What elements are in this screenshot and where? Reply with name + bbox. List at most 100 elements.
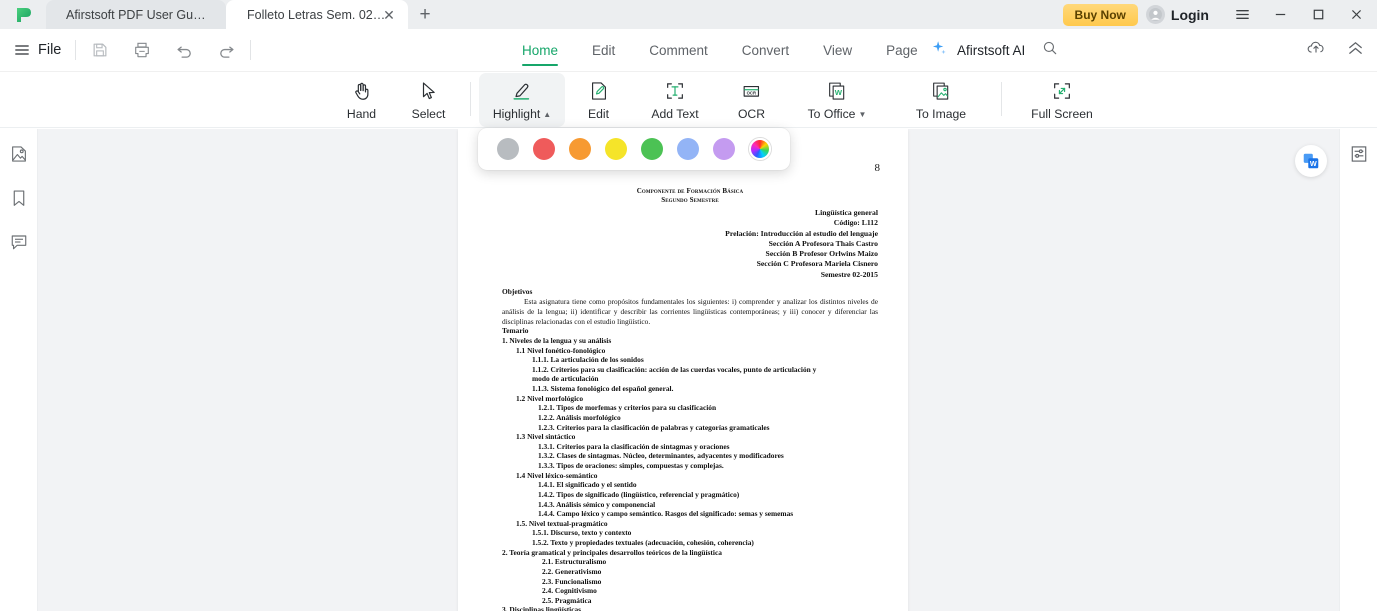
color-swatch-green[interactable] (641, 138, 663, 160)
ocr-icon: OCR (740, 80, 763, 102)
temario-heading: Temario (502, 326, 529, 336)
toc-item: 1.1.1. La articulación de los sonidos (532, 355, 644, 365)
tab-label: Afirstsoft PDF User Guid... (66, 7, 206, 22)
color-swatch-yellow[interactable] (605, 138, 627, 160)
color-swatch-orange[interactable] (569, 138, 591, 160)
tab-label: Edit (592, 43, 616, 58)
window-controls-group: Buy Now Login (1062, 0, 1377, 29)
highlight-color-popup (478, 128, 790, 170)
tab-afirstsoft-pdf-user-guide[interactable]: Afirstsoft PDF User Guid... (46, 0, 226, 29)
color-swatch-purple[interactable] (713, 138, 735, 160)
toc-item: 1.1.2. Criterios para su clasificación: … (532, 364, 817, 374)
tab-label: Comment (649, 43, 708, 58)
tab-edit[interactable]: Edit (575, 29, 632, 72)
section-b: Sección B Profesor Orlwins Maizo (765, 249, 878, 259)
page-number: 8 (874, 162, 881, 174)
doc-course-info-block: Lingüística general Código: L112 Prelaci… (502, 208, 878, 280)
tool-to-image[interactable]: To Image (889, 73, 993, 127)
document-viewport[interactable]: W 8 Componente de Formación Básica Segun… (38, 129, 1339, 611)
divider (470, 82, 471, 116)
login-button[interactable]: Login (1145, 5, 1209, 24)
file-menu-button[interactable]: File (14, 42, 61, 58)
pdf-page[interactable]: 8 Componente de Formación Básica Segundo… (458, 129, 908, 611)
app-menu-button[interactable] (1223, 0, 1261, 29)
tool-label: Highlight ▲ (493, 107, 551, 121)
cursor-icon (418, 80, 440, 102)
afirstsoft-ai-label[interactable]: Afirstsoft AI (957, 43, 1025, 58)
tool-hand[interactable]: Hand (328, 73, 395, 127)
tab-label: Home (522, 43, 559, 58)
properties-panel-icon[interactable] (1348, 143, 1370, 165)
toc-item: 1.3.2. Clases de sintagmas. Núcleo, dete… (538, 451, 784, 461)
maximize-button[interactable] (1299, 0, 1337, 29)
undo-icon[interactable] (174, 40, 194, 60)
left-sidebar-rail (0, 129, 38, 611)
toc-item: 1.4.4. Campo léxico y campo semántico. R… (538, 509, 794, 519)
tool-to-office[interactable]: W To Office ▼ (785, 73, 889, 127)
tab-page[interactable]: Page (869, 29, 935, 72)
to-office-icon: W (826, 80, 848, 102)
tab-label: Folleto Letras Sem. 02-2... (247, 7, 387, 22)
word-convert-icon[interactable]: W (1295, 145, 1327, 177)
tool-label: To Office ▼ (808, 107, 867, 121)
course-prereq: Prelación: Introducción al estudio del l… (725, 228, 878, 238)
toc-item: 1.2 Nivel morfológico (516, 393, 584, 403)
color-swatch-custom[interactable] (749, 138, 771, 160)
search-icon[interactable] (1042, 40, 1058, 61)
to-image-icon (930, 80, 952, 102)
thumbnails-icon[interactable] (8, 143, 30, 165)
toc-item: 1.5.1. Discurso, texto y contexto (532, 528, 632, 538)
close-icon[interactable]: ✕ (382, 8, 396, 22)
minimize-button[interactable] (1261, 0, 1299, 29)
edit-document-icon (588, 80, 610, 102)
highlighter-icon (510, 80, 534, 102)
tab-label: Page (886, 43, 918, 58)
color-swatch-red[interactable] (533, 138, 555, 160)
to-office-label: To Office (807, 106, 856, 121)
svg-text:OCR: OCR (747, 90, 756, 95)
tab-comment[interactable]: Comment (632, 29, 725, 72)
tool-highlight[interactable]: Highlight ▲ (479, 73, 565, 127)
avatar (1145, 5, 1165, 24)
tab-folleto-letras[interactable]: Folleto Letras Sem. 02-2... ✕ (226, 0, 408, 29)
collapse-ribbon-icon[interactable] (1346, 39, 1365, 63)
tool-label: OCR (737, 106, 766, 121)
comment-icon[interactable] (8, 231, 30, 253)
tab-convert[interactable]: Convert (725, 29, 806, 72)
right-sidebar-rail (1339, 129, 1377, 611)
tab-view[interactable]: View (806, 29, 869, 72)
toc-item: 1.2.1. Tipos de morfemas y criterios par… (538, 403, 717, 413)
redo-icon[interactable] (216, 40, 236, 60)
doc-header-line-1: Componente de Formación Básica (636, 187, 744, 195)
toc-item: 1.4.2. Tipos de significado (lingüístico… (538, 489, 740, 499)
menu-row: File Home Edit Comment Convert View Page… (0, 29, 1377, 72)
divider (75, 40, 77, 60)
toc-item: 1.2.2. Análisis morfológico (538, 412, 621, 422)
tool-ocr[interactable]: OCR OCR (718, 73, 785, 127)
cloud-upload-icon[interactable] (1306, 38, 1326, 63)
hand-icon (351, 80, 373, 102)
menu-row-right-group (1306, 29, 1365, 72)
chevron-up-icon[interactable]: ▲ (543, 110, 551, 119)
color-swatch-gray[interactable] (497, 138, 519, 160)
toc-item: 1.5.2. Texto y propiedades textuales (ad… (532, 538, 754, 548)
tool-full-screen[interactable]: Full Screen (1010, 73, 1114, 127)
save-icon[interactable] (90, 40, 110, 60)
new-tab-button[interactable]: + (408, 0, 442, 29)
toc-item: 1.4.1. El significado y el sentido (538, 480, 637, 490)
color-swatch-blue[interactable] (677, 138, 699, 160)
toc-item: 1. Niveles de la lengua y su análisis (502, 335, 612, 345)
tool-label: Add Text (651, 106, 699, 121)
print-icon[interactable] (132, 40, 152, 60)
window-close-button[interactable] (1337, 0, 1375, 29)
tool-add-text[interactable]: Add Text (632, 73, 718, 127)
course-title: Lingüística general (815, 208, 878, 218)
tool-select[interactable]: Select (395, 73, 462, 127)
chevron-down-icon[interactable]: ▼ (858, 110, 866, 119)
app-logo-icon (0, 0, 46, 29)
buy-now-button[interactable]: Buy Now (1062, 3, 1138, 26)
bookmark-icon[interactable] (8, 187, 30, 209)
toc-item: 3. Disciplinas lingüísticas (502, 605, 582, 611)
tool-edit[interactable]: Edit (565, 73, 632, 127)
tab-home[interactable]: Home (505, 29, 575, 72)
